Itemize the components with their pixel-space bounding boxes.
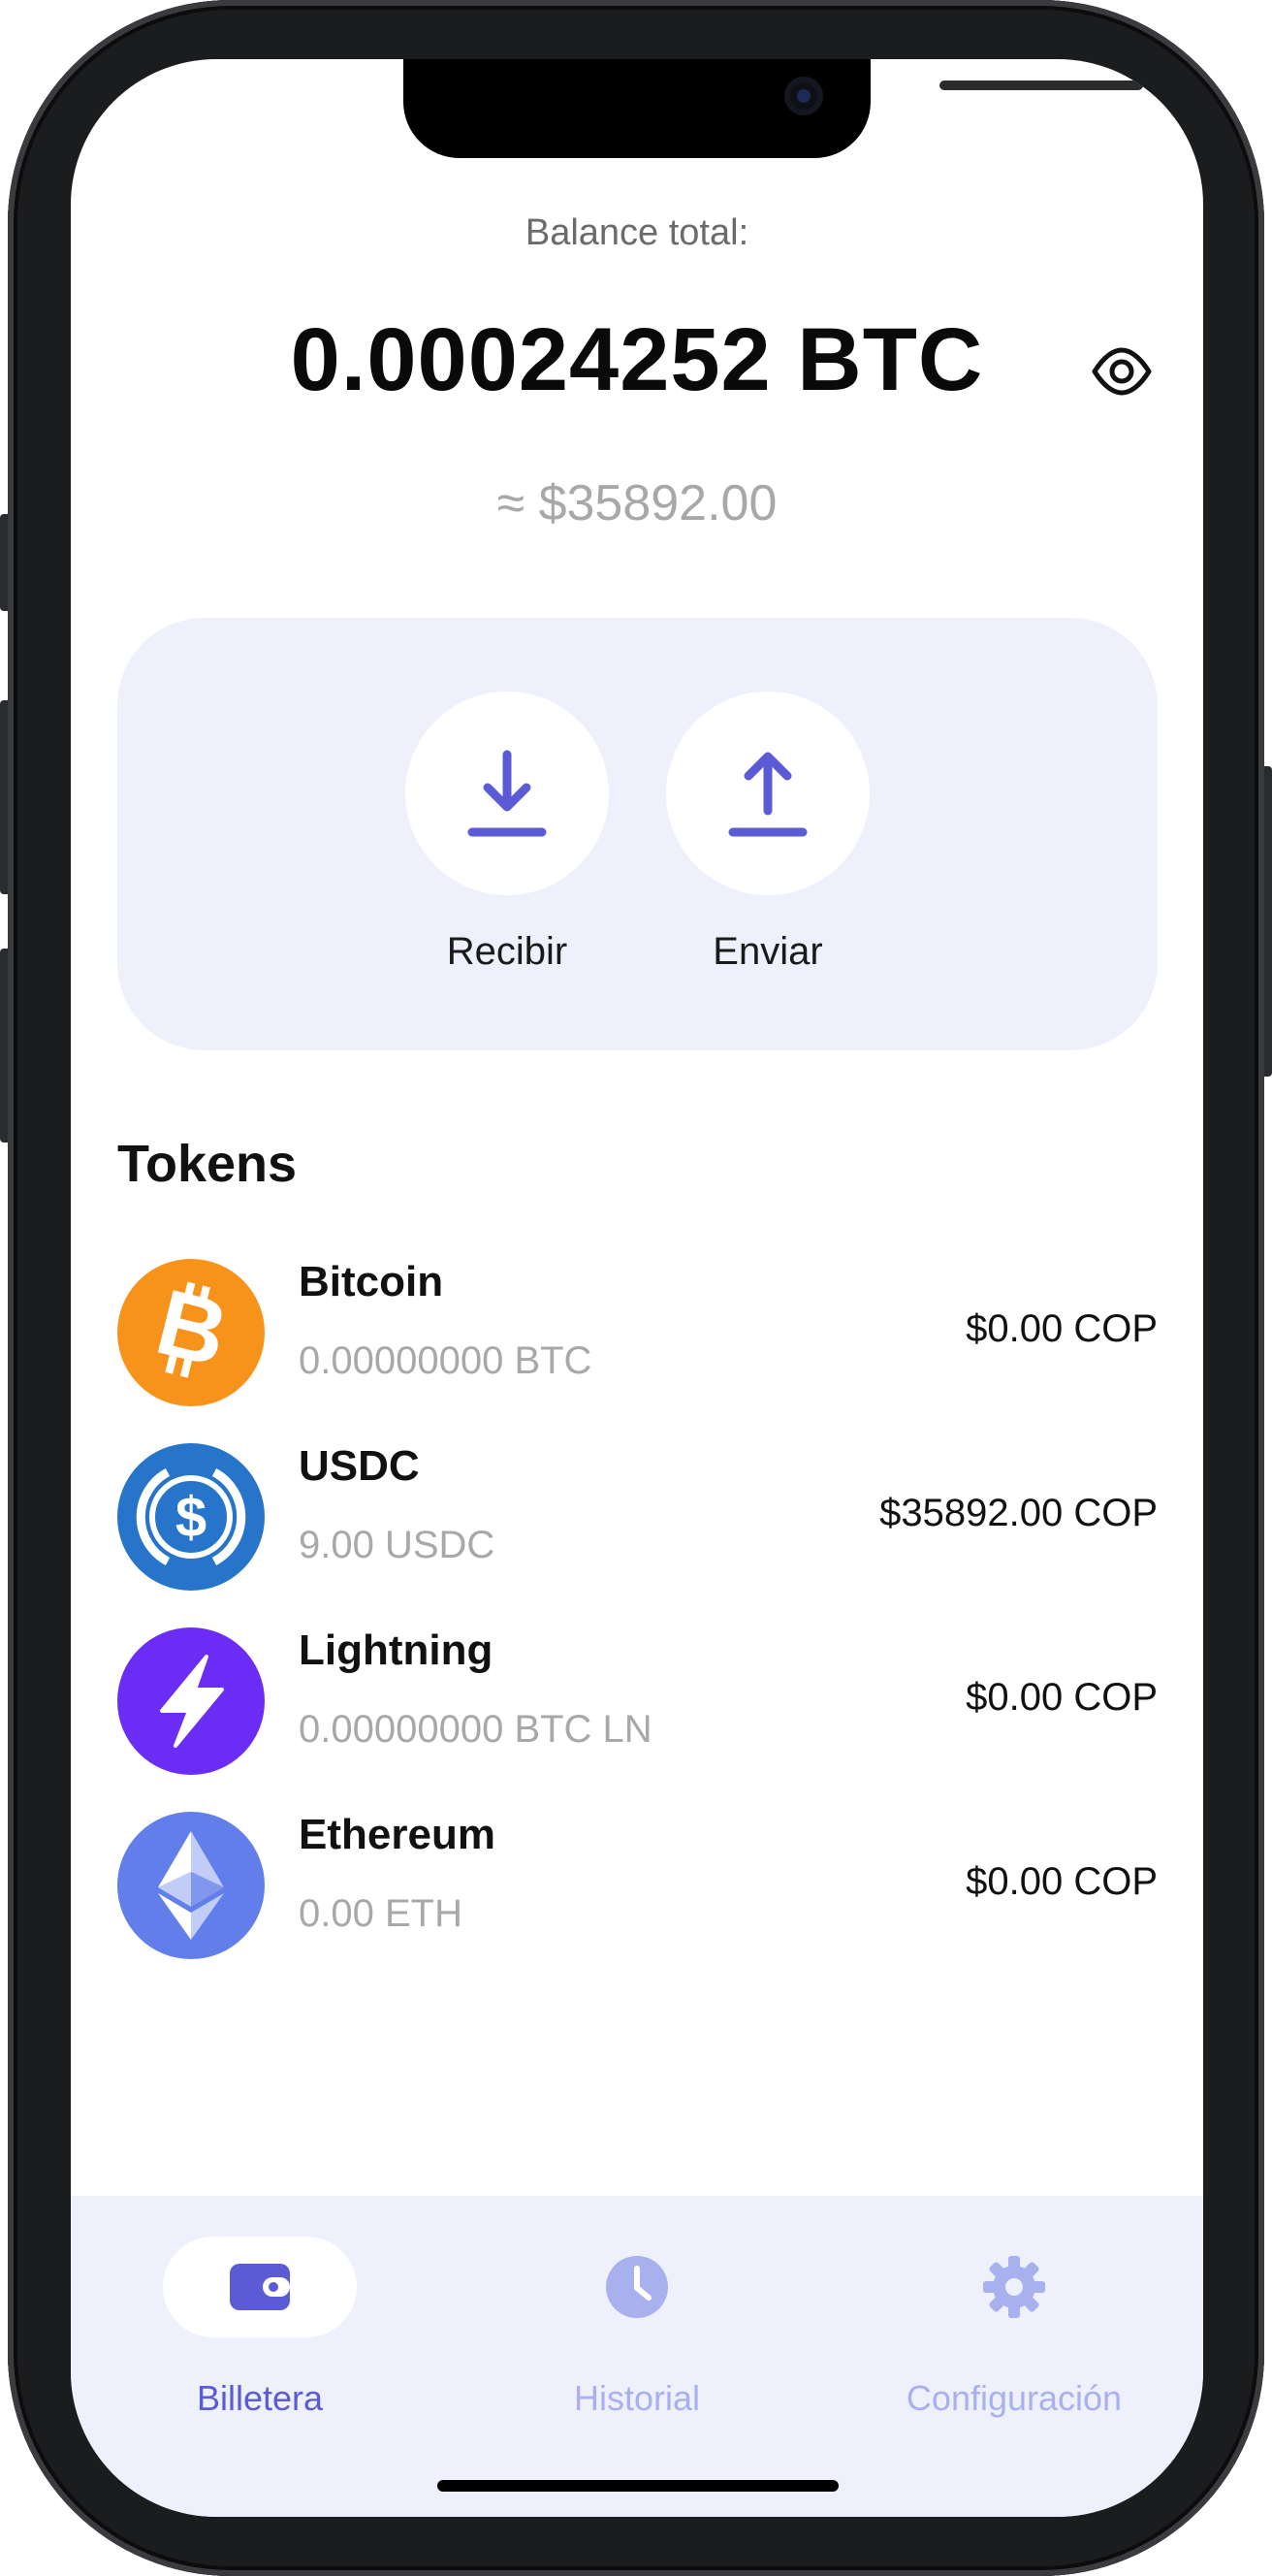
tab-historial[interactable]: Historial <box>492 2237 782 2419</box>
balance-btc-value: 0.00024252 BTC <box>290 310 984 409</box>
token-fiat-value: $35892.00 COP <box>879 1492 1158 1534</box>
actions-card: Recibir Enviar <box>117 618 1158 1050</box>
token-row-lightning[interactable]: Lightning 0.00000000 BTC LN $0.00 COP <box>117 1623 1158 1778</box>
token-name: Ethereum <box>299 1811 495 1858</box>
tab-label: Billetera <box>196 2378 324 2418</box>
usdc-icon: $ <box>117 1443 265 1591</box>
token-row-bitcoin[interactable]: B Bitcoin 0.00000000 BTC $0.00 COP <box>117 1254 1158 1409</box>
receive-circle[interactable] <box>405 692 609 895</box>
svg-text:$: $ <box>175 1486 207 1549</box>
tab-billetera-pill[interactable] <box>163 2237 357 2337</box>
download-icon <box>467 750 547 837</box>
bitcoin-icon: B <box>117 1259 265 1406</box>
eye-icon[interactable] <box>1091 340 1153 402</box>
token-amount: 0.00000000 BTC LN <box>299 1708 652 1751</box>
wallet-icon <box>230 2264 290 2310</box>
tab-configuracion-pill[interactable] <box>917 2237 1111 2337</box>
receive-label: Recibir <box>446 930 568 973</box>
ethereum-icon <box>117 1812 265 1959</box>
token-name: Bitcoin <box>299 1258 444 1305</box>
bottom-tab-bar: Billetera Historial Configuración <box>71 2196 1203 2517</box>
tokens-title: Tokens <box>117 1135 298 1193</box>
token-row-ethereum[interactable]: Ethereum 0.00 ETH $0.00 COP <box>117 1807 1158 1962</box>
tab-historial-pill[interactable] <box>540 2237 734 2337</box>
upload-icon <box>728 752 808 837</box>
send-label: Enviar <box>713 930 823 973</box>
speaker-grille <box>939 80 1143 90</box>
home-indicator[interactable] <box>437 2480 839 2492</box>
tab-configuracion[interactable]: Configuración <box>869 2237 1160 2419</box>
gear-icon <box>983 2256 1045 2318</box>
send-button[interactable]: Enviar <box>666 692 870 974</box>
receive-button[interactable]: Recibir <box>405 692 609 974</box>
balance-fiat-value: ≈ $35892.00 <box>496 475 778 531</box>
token-amount: 0.00000000 BTC <box>299 1339 592 1382</box>
balance-label: Balance total: <box>525 212 749 253</box>
phone-device: Balance total: 0.00024252 BTC ≈ $35892.0… <box>0 0 1272 2576</box>
lightning-icon <box>117 1627 265 1775</box>
token-name: Lightning <box>299 1626 493 1674</box>
token-name: USDC <box>299 1442 420 1490</box>
token-fiat-value: $0.00 COP <box>966 1307 1158 1350</box>
camera-icon <box>784 77 823 115</box>
token-amount: 0.00 ETH <box>299 1892 462 1935</box>
app-screen: Balance total: 0.00024252 BTC ≈ $35892.0… <box>71 59 1203 2517</box>
send-circle[interactable] <box>666 692 870 895</box>
token-fiat-value: $0.00 COP <box>966 1860 1158 1903</box>
clock-icon <box>606 2256 668 2318</box>
notch <box>403 59 1143 158</box>
token-row-usdc[interactable]: $ USDC 9.00 USDC $35892.00 COP <box>117 1438 1158 1594</box>
tab-billetera[interactable]: Billetera <box>114 2237 405 2419</box>
tab-label: Configuración <box>906 2378 1123 2418</box>
token-amount: 9.00 USDC <box>299 1524 495 1566</box>
token-fiat-value: $0.00 COP <box>966 1676 1158 1719</box>
tab-label: Historial <box>573 2378 701 2418</box>
